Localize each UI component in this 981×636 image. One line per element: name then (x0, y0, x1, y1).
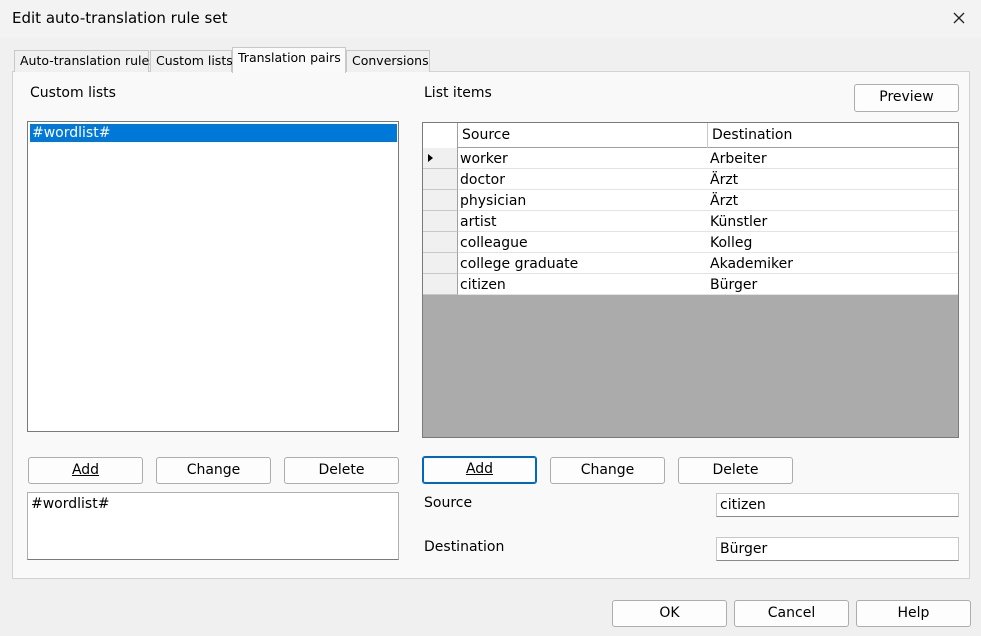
destination-input[interactable]: Bürger (716, 537, 959, 561)
destination-cell[interactable]: Ärzt (708, 169, 738, 190)
destination-cell[interactable]: Bürger (708, 274, 757, 295)
source-cell[interactable]: colleague (458, 232, 528, 253)
source-cell[interactable]: worker (458, 148, 508, 169)
tab-auto-translation-rules[interactable]: Auto-translation rules (14, 50, 156, 72)
table-row[interactable]: worker Arbeiter (423, 148, 958, 169)
ok-button[interactable]: OK (612, 600, 727, 627)
add-label: Add (71, 462, 100, 478)
list-item-add-button[interactable]: Add (422, 456, 537, 484)
source-cell[interactable]: physician (458, 190, 526, 211)
close-icon[interactable] (944, 4, 974, 34)
add-label: Add (465, 461, 494, 477)
translation-pairs-grid[interactable]: Source Destination worker Arbeiter docto… (422, 122, 959, 438)
table-row[interactable]: doctor Ärzt (423, 169, 958, 190)
source-label: Source (424, 495, 473, 511)
custom-lists-listbox[interactable]: #wordlist# (27, 121, 399, 432)
table-row[interactable]: citizen Bürger (423, 274, 958, 295)
custom-list-add-button[interactable]: Add (28, 457, 143, 484)
list-item-delete-button[interactable]: Delete (678, 457, 793, 484)
tab-conversions[interactable]: Conversions (346, 50, 430, 72)
table-row[interactable]: colleague Kolleg (423, 232, 958, 253)
list-item-change-button[interactable]: Change (550, 457, 665, 484)
custom-list-change-button[interactable]: Change (156, 457, 271, 484)
cancel-button[interactable]: Cancel (734, 600, 849, 627)
row-header[interactable] (423, 253, 458, 274)
table-row[interactable]: artist Künstler (423, 211, 958, 232)
destination-cell[interactable]: Künstler (708, 211, 767, 232)
destination-cell[interactable]: Akademiker (708, 253, 793, 274)
destination-cell[interactable]: Arbeiter (708, 148, 767, 169)
window-title: Edit auto-translation rule set (12, 9, 228, 27)
tab-custom-lists[interactable]: Custom lists (150, 50, 233, 72)
destination-cell[interactable]: Kolleg (708, 232, 752, 253)
row-header[interactable] (423, 190, 458, 211)
source-input[interactable]: citizen (716, 493, 959, 517)
table-row[interactable]: physician Ärzt (423, 190, 958, 211)
column-header-destination[interactable]: Destination (708, 123, 958, 148)
source-cell[interactable]: artist (458, 211, 497, 232)
source-cell[interactable]: doctor (458, 169, 505, 190)
help-button[interactable]: Help (856, 600, 971, 627)
destination-label: Destination (424, 539, 505, 555)
preview-button[interactable]: Preview (854, 84, 959, 112)
row-header[interactable] (423, 169, 458, 190)
table-row[interactable]: college graduate Akademiker (423, 253, 958, 274)
grid-header: Source Destination (423, 123, 958, 148)
list-items-label: List items (424, 85, 492, 101)
custom-lists-label: Custom lists (30, 85, 116, 101)
column-header-source[interactable]: Source (458, 123, 708, 148)
row-header[interactable] (423, 148, 458, 169)
row-header[interactable] (423, 274, 458, 295)
source-cell[interactable]: citizen (458, 274, 506, 295)
tab-translation-pairs[interactable]: Translation pairs (232, 47, 346, 73)
current-row-icon (428, 154, 433, 162)
destination-cell[interactable]: Ärzt (708, 190, 738, 211)
row-header[interactable] (423, 211, 458, 232)
custom-list-name-field[interactable]: #wordlist# (27, 492, 399, 560)
source-cell[interactable]: college graduate (458, 253, 578, 274)
grid-corner (423, 123, 458, 148)
custom-list-delete-button[interactable]: Delete (284, 457, 399, 484)
list-item[interactable]: #wordlist# (30, 124, 397, 142)
row-header[interactable] (423, 232, 458, 253)
